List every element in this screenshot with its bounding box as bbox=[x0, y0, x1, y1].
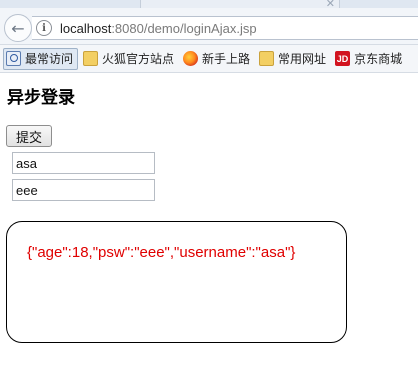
bookmarks-toolbar: 最常访问 火狐官方站点 新手上路 常用网址 JD 京东商城 bbox=[0, 45, 418, 73]
navigation-bar: ← i localhost:8080/demo/loginAjax.jsp bbox=[0, 8, 418, 45]
result-panel: {"age":18,"psw":"eee","username":"asa"} bbox=[6, 221, 347, 343]
jd-icon: JD bbox=[335, 51, 351, 66]
site-info-icon[interactable]: i bbox=[36, 20, 52, 36]
browser-tab[interactable]: ✕ bbox=[140, 0, 340, 10]
bookmark-label: 京东商城 bbox=[354, 52, 403, 66]
password-field[interactable] bbox=[12, 179, 155, 201]
url-text[interactable]: localhost:8080/demo/loginAjax.jsp bbox=[60, 21, 257, 36]
username-field[interactable] bbox=[12, 152, 155, 174]
search-icon bbox=[6, 51, 21, 66]
firefox-icon bbox=[183, 51, 199, 66]
bookmark-common-sites[interactable]: 常用网址 bbox=[257, 48, 330, 70]
bookmark-label: 常用网址 bbox=[278, 52, 327, 66]
bookmark-label: 最常访问 bbox=[25, 52, 74, 66]
bookmark-firefox-official[interactable]: 火狐官方站点 bbox=[81, 48, 178, 70]
page-content: 异步登录 提交 {"age":18,"psw":"eee","username"… bbox=[0, 73, 418, 386]
back-arrow-icon: ← bbox=[11, 18, 25, 38]
submit-button[interactable]: 提交 bbox=[6, 125, 52, 147]
back-button[interactable]: ← bbox=[4, 14, 32, 42]
address-bar[interactable]: i localhost:8080/demo/loginAjax.jsp bbox=[32, 16, 418, 40]
bookmark-jd[interactable]: JD 京东商城 bbox=[333, 48, 406, 70]
bookmark-most-visited[interactable]: 最常访问 bbox=[3, 47, 79, 70]
folder-icon bbox=[259, 51, 275, 66]
bookmark-label: 火狐官方站点 bbox=[102, 52, 175, 66]
folder-icon bbox=[83, 51, 99, 66]
bookmark-getting-started[interactable]: 新手上路 bbox=[181, 48, 254, 70]
url-path: :8080/demo/loginAjax.jsp bbox=[111, 20, 257, 36]
page-title: 异步登录 bbox=[7, 88, 75, 108]
bookmark-label: 新手上路 bbox=[202, 52, 251, 66]
url-host: localhost bbox=[60, 20, 112, 36]
browser-tabstrip: ✕ bbox=[0, 0, 418, 10]
result-text: {"age":18,"psw":"eee","username":"asa"} bbox=[27, 244, 296, 261]
